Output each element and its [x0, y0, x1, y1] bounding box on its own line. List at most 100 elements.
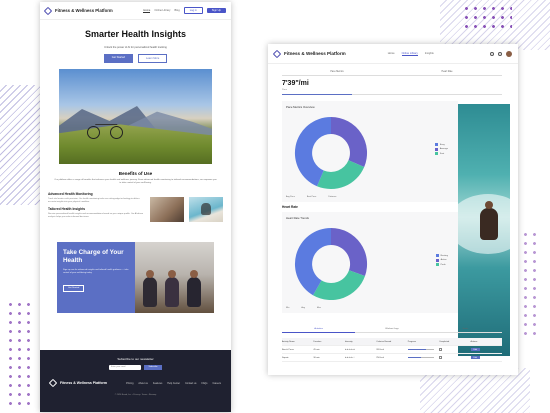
donut-segment-easy	[331, 116, 368, 167]
landing-navbar: Fitness & Wellness Platform Home Online …	[40, 2, 231, 20]
edit-button[interactable]: Edit	[470, 347, 480, 352]
nav-icons	[490, 50, 512, 57]
heart-rate-mini-stats: Min Avg Max	[286, 304, 454, 309]
column-header: Duration	[313, 340, 322, 343]
footer-link[interactable]: Help Center	[167, 382, 180, 385]
learn-more-button[interactable]: Learn More	[138, 54, 168, 63]
footer-link[interactable]: About us	[138, 382, 147, 385]
donut-segment-resting	[331, 227, 368, 276]
progress-slider[interactable]	[407, 349, 434, 350]
nav-links: Home Online Library Insights	[388, 52, 434, 56]
benefits-text: Our platform offers a range of benefits …	[54, 179, 217, 185]
surfing-image	[458, 104, 510, 356]
column-header: Activity Name	[282, 340, 295, 343]
search-icon[interactable]	[498, 51, 502, 56]
column-header: Completed	[439, 340, 450, 343]
mini-stat: Best Pace	[306, 196, 317, 198]
cell-activity: Squats	[282, 356, 289, 359]
column-header: Progress	[407, 340, 417, 343]
get-started-button[interactable]: Get Started	[103, 54, 133, 63]
decorative-dots	[462, 4, 512, 32]
nav-link-home[interactable]: Home	[143, 9, 151, 13]
column-header: Intensity	[344, 340, 353, 343]
subscribe-button[interactable]: Subscribe	[144, 365, 162, 370]
heart-rate-donut-chart	[294, 227, 368, 301]
footer-link[interactable]: FAQs	[202, 382, 208, 385]
features-section: Advanced Health Monitoring Track vital m…	[40, 186, 231, 223]
signup-button[interactable]: Sign Up	[206, 8, 226, 13]
completed-checkbox[interactable]	[439, 356, 443, 359]
footer-link[interactable]: Pricing	[126, 382, 133, 385]
donut-segment-average	[317, 160, 365, 190]
footer-link[interactable]: Contact us	[185, 382, 196, 385]
legend-item: Easy	[435, 143, 448, 146]
newsletter-email-input[interactable]: Enter your email	[109, 365, 141, 370]
nav-link-home[interactable]: Home	[388, 52, 395, 56]
column-header: Actions	[470, 340, 478, 343]
cta-button[interactable]: Get Started	[63, 284, 85, 292]
legend-label: Peak	[440, 263, 446, 266]
tab-workout-logs[interactable]: Workout Logs	[355, 328, 429, 333]
legend-label: Resting	[440, 254, 448, 257]
completed-checkbox[interactable]	[439, 348, 443, 351]
feature-title: Tailored Health Insights	[48, 206, 86, 211]
footer-row: Fitness & Wellness Platform Pricing Abou…	[40, 370, 231, 388]
nav-link-insights[interactable]: Insights	[425, 52, 434, 56]
legend-item: Resting	[436, 254, 448, 257]
bike-frame	[92, 124, 118, 132]
avatar[interactable]	[506, 50, 512, 57]
donut-chart-wrap: Easy Average Fast	[286, 109, 454, 193]
pace-progress-fill	[282, 94, 353, 95]
nav-link-library[interactable]: Online Library	[154, 9, 170, 13]
mini-stat: Max	[316, 307, 321, 309]
footer-logo-icon	[48, 378, 58, 388]
tab-activities[interactable]: Activities	[282, 328, 356, 333]
feature-image-beach	[189, 196, 223, 222]
footer-link[interactable]: Features	[153, 382, 162, 385]
hero-buttons: Get Started Learn More	[40, 54, 231, 63]
footer-brand: Fitness & Wellness Platform	[60, 380, 108, 385]
donut-chart-wrap: Resting Active Peak	[286, 220, 454, 304]
progress-fill	[407, 349, 426, 350]
settings-icon[interactable]	[490, 51, 494, 56]
heart-rate-legend: Resting Active Peak	[436, 254, 448, 268]
bicycle-icon	[85, 117, 125, 139]
edit-button[interactable]: Edit	[470, 355, 480, 360]
stat-tabs: Pace Metrics Heart Rate	[282, 71, 502, 76]
progress-fill	[407, 357, 421, 358]
table-row[interactable]: Squats 30 min ★★★★☆ 250 kcal Edit	[282, 354, 502, 362]
heart-rate-card: Heart Rate Trends Resting Active Peak Mi…	[282, 212, 458, 313]
rating-stars: ★★★★☆	[344, 356, 356, 359]
tab-goals[interactable]: Goals	[428, 328, 502, 333]
cell-activity: Bench Press	[282, 348, 294, 351]
legend-swatch	[435, 143, 439, 146]
feature-text: Receive personalized health insights and…	[48, 212, 144, 219]
legend-label: Easy	[439, 143, 445, 146]
column-header: Calories Burned	[376, 340, 392, 343]
cell-completed	[439, 348, 470, 351]
feature-title: Advanced Health Monitoring	[48, 191, 93, 196]
legend-swatch	[435, 147, 439, 151]
login-button[interactable]: Log in	[183, 7, 203, 14]
footer: Subscribe to our newsletter Enter your e…	[40, 350, 231, 412]
mini-stat: Avg	[301, 307, 305, 309]
decorative-dots	[6, 300, 34, 405]
dashboard-mockup: Fitness & Wellness Platform Home Online …	[268, 44, 518, 375]
table-row[interactable]: Bench Press 45 min ★★★★★ 320 kcal Edit	[282, 346, 502, 354]
table-tabs: Activities Workout Logs Goals	[282, 328, 502, 333]
hero-subtitle: Unlock the power of AI for personalized …	[104, 46, 167, 49]
hero-image-cyclists	[59, 69, 212, 164]
tab-heart-rate[interactable]: Heart Rate	[392, 71, 502, 76]
progress-slider[interactable]	[407, 357, 434, 358]
footer-link[interactable]: Careers	[212, 382, 221, 385]
mini-stat: Distance	[328, 196, 337, 198]
nav-link-blog[interactable]: Blog	[174, 9, 179, 13]
legend-label: Fast	[439, 152, 445, 155]
features-text: Advanced Health Monitoring Track vital m…	[48, 192, 145, 223]
legend-swatch	[436, 258, 440, 262]
nav-link-library[interactable]: Online Library	[401, 52, 418, 56]
cta-text: Sign up now for advanced insights and ta…	[63, 268, 129, 275]
cell-calories: 250 kcal	[376, 356, 385, 359]
brand-name: Fitness & Wellness Platform	[55, 8, 113, 13]
tab-pace-metrics[interactable]: Pace Metrics	[282, 71, 392, 76]
